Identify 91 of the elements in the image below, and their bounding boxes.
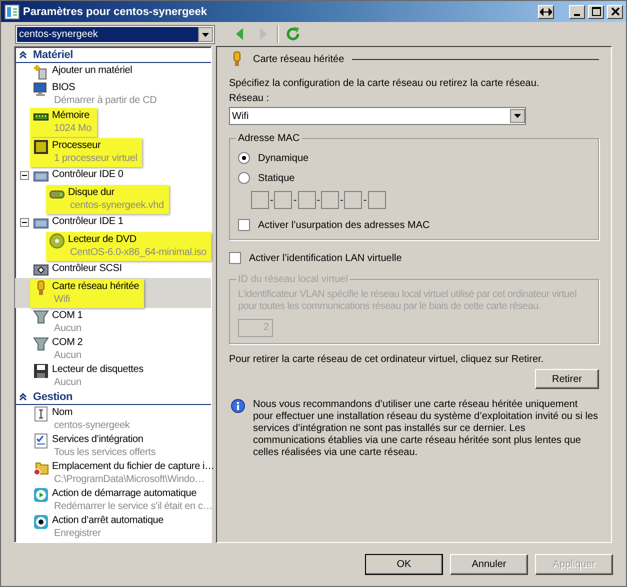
dialog-button[interactable]: OK: [365, 554, 443, 575]
tree-item[interactable]: COM 1: [52, 308, 83, 322]
checkbox-label: Activer l’identification LAN virtuelle: [249, 252, 402, 264]
expander-icon[interactable]: [20, 218, 28, 226]
tree-item[interactable]: COM 2: [52, 336, 83, 348]
remove-button[interactable]: Retirer: [535, 369, 599, 389]
minimize-icon: [574, 14, 580, 16]
tree-item[interactable]: Processeur: [52, 138, 138, 152]
mac-octet-field[interactable]: [344, 191, 362, 209]
folder-icon: [33, 460, 49, 476]
tree-item[interactable]: Nom: [52, 406, 130, 418]
radio-label: Statique: [258, 172, 295, 184]
port-icon: [33, 336, 49, 352]
maximize-button[interactable]: [588, 4, 604, 18]
refresh-icon[interactable]: [285, 26, 301, 42]
tree-item[interactable]: BIOS: [52, 80, 157, 94]
intro-text: Spécifiez la configuration de la carte réseau ou retirez la carte réseau.: [229, 78, 540, 89]
tree-item[interactable]: Emplacement du fichier de capture i…: [52, 460, 214, 472]
radio-label: Dynamique: [258, 152, 309, 164]
tree-item[interactable]: Services d’intégration: [52, 432, 156, 446]
collapse-chevron-icon: [19, 392, 27, 400]
settings-window-icon: [4, 4, 20, 20]
disc-icon: [49, 232, 65, 248]
tree-item[interactable]: Disque dur: [68, 186, 164, 198]
window-title: Paramètres pour centos-synergeek: [23, 6, 208, 18]
item-detail: centos-synergeek.vhd: [69, 198, 164, 212]
item-detail: Aucun: [53, 322, 82, 334]
radio-button[interactable]: [238, 152, 250, 164]
tree-item[interactable]: Ajouter un matériel: [52, 64, 132, 76]
tree-item[interactable]: Contrôleur SCSI: [52, 262, 122, 274]
mac-octet-field[interactable]: [274, 191, 292, 209]
item-detail: 1024 Mo: [53, 122, 92, 134]
resize-button[interactable]: [538, 4, 554, 18]
stop-action-icon: [33, 514, 49, 530]
text-cursor-icon: [33, 406, 49, 422]
tree-item[interactable]: Carte réseau héritée: [52, 280, 140, 292]
tree-item[interactable]: Contrôleur IDE 1: [52, 214, 124, 228]
section-header[interactable]: Matériel: [15, 47, 211, 63]
radio-button[interactable]: [238, 172, 250, 184]
network-label: Réseau :: [229, 93, 270, 104]
item-detail: Aucun: [53, 348, 82, 362]
separator: -: [292, 194, 298, 206]
checkbox[interactable]: [238, 219, 250, 231]
checkbox-label: Activer l’usurpation des adresses MAC: [258, 220, 430, 230]
tree-item[interactable]: Lecteur de DVD: [68, 232, 206, 246]
tree-item[interactable]: Mémoire: [52, 108, 92, 122]
separator: -: [339, 194, 344, 206]
item-detail: centos-synergeek: [53, 418, 130, 432]
checklist-icon: [33, 432, 49, 448]
separator: -: [316, 194, 322, 206]
section-header[interactable]: Gestion: [15, 389, 211, 405]
tree-item[interactable]: Contrôleur IDE 0: [52, 168, 124, 180]
maximize-icon: [592, 7, 600, 16]
mac-octet-field[interactable]: [298, 191, 316, 209]
item-detail: C:\ProgramData\Microsoft\Windo…: [53, 472, 206, 486]
item-detail: Tous les services offerts: [53, 446, 156, 458]
expander-icon[interactable]: [20, 170, 28, 180]
close-icon: [610, 7, 620, 16]
mac-octet-field[interactable]: [251, 191, 269, 209]
minimize-button[interactable]: [569, 4, 585, 18]
item-detail: Enregistrer: [53, 526, 102, 540]
checkbox[interactable]: [229, 252, 241, 264]
mac-octet-field[interactable]: [368, 191, 386, 209]
item-detail: Démarrer à partir de CD: [53, 94, 157, 106]
vm-dropdown[interactable]: centos-synergeek: [15, 24, 215, 44]
start-action-icon: [33, 486, 49, 502]
controller-icon: [33, 262, 49, 278]
info-text: Nous vous recommandons d’utiliser une carte réseau héritée uniquement pour effectuer une installation réseau du système d’exploitation invité ou si les services d’intégration ne sont pas installés sur ce dernier. Les communications établies via une carte réseau héritée sont plus lentes que celles réalisées via une carte réseau.: [253, 399, 599, 459]
chip-icon: [33, 138, 49, 154]
item-detail: Wifi: [53, 292, 71, 306]
close-button[interactable]: [607, 4, 623, 18]
panel-title: Carte réseau héritée: [253, 54, 344, 64]
remove-instruction: Pour retirer la carte réseau de cet ordinateur virtuel, cliquez sur Retirer.: [229, 354, 545, 365]
network-dropdown[interactable]: Wifi: [229, 107, 526, 125]
info-icon: [231, 399, 245, 413]
item-detail: Aucun: [53, 376, 82, 388]
separator: -: [269, 194, 274, 206]
mac-octet-field[interactable]: [321, 191, 340, 209]
dialog-button[interactable]: Annuler: [450, 554, 528, 575]
tree-item[interactable]: Action de démarrage automatique: [52, 486, 213, 500]
tree-item[interactable]: Lecteur de disquettes: [52, 362, 144, 376]
group-title: Adresse MAC: [237, 133, 301, 144]
tree-item[interactable]: Action d’arrêt automatique: [52, 514, 164, 526]
item-detail: Redémarrer le service s’il était en c…: [53, 500, 213, 512]
collapse-chevron-icon: [19, 50, 27, 58]
item-detail: 1 processeur virtuel: [53, 152, 138, 164]
separator: -: [362, 194, 368, 206]
item-detail: CentOS-6.0-x86_64-minimal.iso: [69, 246, 206, 258]
resize-arrows-icon: [540, 8, 552, 16]
monitor-icon: [33, 80, 49, 96]
add-hardware-icon: [33, 64, 49, 80]
